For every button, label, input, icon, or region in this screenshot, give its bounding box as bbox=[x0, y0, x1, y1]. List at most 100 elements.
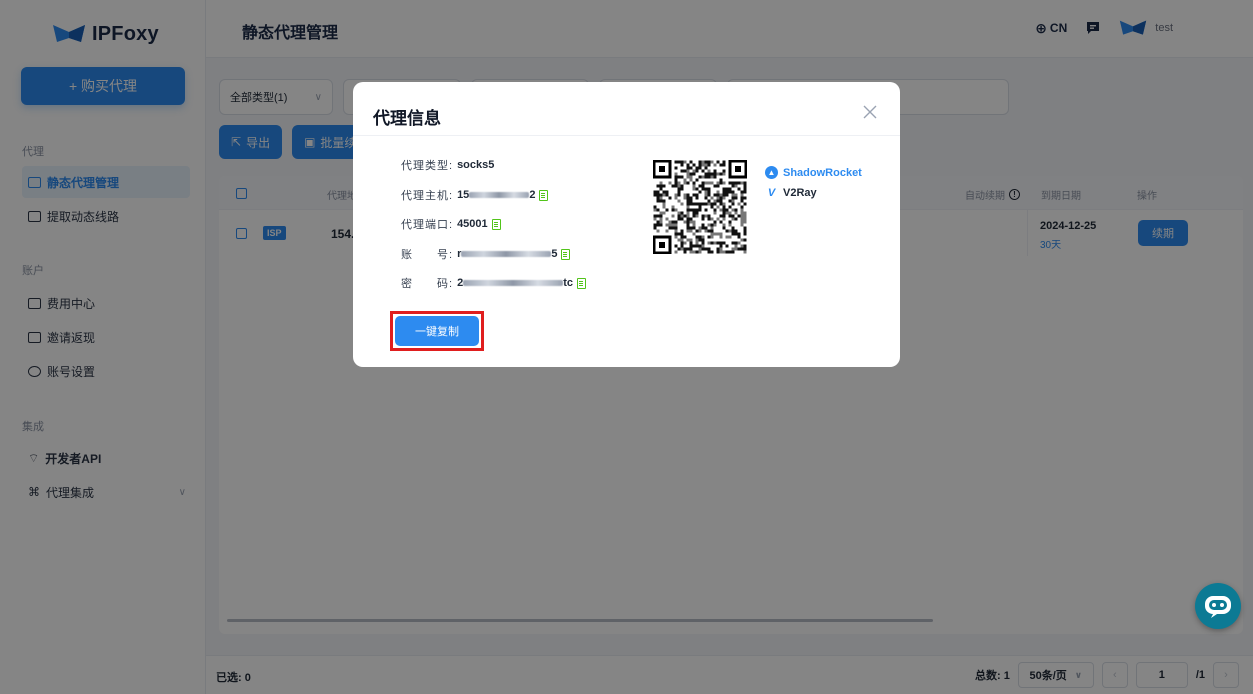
qr-module bbox=[692, 202, 696, 206]
qr-module bbox=[740, 247, 744, 251]
qr-module bbox=[710, 181, 714, 185]
qr-module bbox=[704, 163, 708, 167]
qr-module bbox=[725, 235, 729, 239]
qr-module bbox=[737, 247, 741, 251]
qr-module bbox=[698, 202, 702, 206]
qr-module bbox=[689, 247, 693, 251]
qr-module bbox=[701, 214, 705, 218]
qr-module bbox=[716, 217, 720, 221]
qr-module bbox=[692, 214, 696, 218]
qr-module bbox=[728, 220, 732, 224]
qr-module bbox=[740, 244, 744, 248]
qr-module bbox=[731, 181, 735, 185]
qr-module bbox=[677, 187, 681, 191]
qr-module bbox=[692, 172, 696, 176]
qr-module bbox=[725, 208, 729, 212]
copy-icon[interactable] bbox=[491, 218, 501, 230]
qr-module bbox=[683, 235, 687, 239]
qr-module bbox=[683, 196, 687, 200]
qr-module bbox=[743, 250, 747, 254]
copy-icon[interactable] bbox=[561, 248, 571, 260]
proxy-type-row: 代理类型: socks5 bbox=[401, 157, 494, 173]
qr-module bbox=[698, 226, 702, 230]
qr-module bbox=[674, 160, 678, 164]
qr-module bbox=[743, 244, 747, 248]
v2ray-link[interactable]: V V2Ray bbox=[765, 187, 862, 199]
qr-module bbox=[674, 220, 678, 224]
copy-all-button[interactable]: 一键复制 bbox=[395, 316, 479, 346]
qr-module bbox=[659, 193, 663, 197]
qr-module bbox=[707, 169, 711, 173]
qr-module bbox=[689, 238, 693, 242]
qr-module bbox=[710, 202, 714, 206]
shadowrocket-link[interactable]: ▲ ShadowRocket bbox=[765, 166, 862, 179]
qr-module bbox=[680, 169, 684, 173]
qr-module bbox=[701, 163, 705, 167]
qr-module bbox=[698, 163, 702, 167]
qr-module bbox=[707, 217, 711, 221]
qr-module bbox=[656, 199, 660, 203]
qr-module bbox=[662, 205, 666, 209]
close-icon[interactable] bbox=[862, 104, 878, 120]
qr-module bbox=[686, 193, 690, 197]
qr-module bbox=[686, 199, 690, 203]
copy-all-highlight: 一键复制 bbox=[390, 311, 484, 351]
qr-module bbox=[704, 226, 708, 230]
qr-module bbox=[716, 160, 720, 164]
qr-module bbox=[722, 214, 726, 218]
copy-icon[interactable] bbox=[539, 189, 549, 201]
qr-module bbox=[677, 193, 681, 197]
qr-module bbox=[689, 178, 693, 182]
qr-module bbox=[680, 187, 684, 191]
qr-module bbox=[686, 238, 690, 242]
qr-module bbox=[743, 247, 747, 251]
qr-module bbox=[716, 241, 720, 245]
client-app-list: ▲ ShadowRocket V V2Ray bbox=[765, 166, 862, 199]
qr-module bbox=[722, 202, 726, 206]
qr-module bbox=[677, 217, 681, 221]
qr-module bbox=[701, 169, 705, 173]
qr-module bbox=[713, 202, 717, 206]
qr-module bbox=[695, 193, 699, 197]
qr-module bbox=[665, 190, 669, 194]
qr-module bbox=[740, 217, 744, 221]
qr-module bbox=[698, 208, 702, 212]
qr-module bbox=[674, 232, 678, 236]
qr-module bbox=[659, 181, 663, 185]
qr-module bbox=[671, 208, 675, 212]
qr-module bbox=[656, 220, 660, 224]
qr-module bbox=[653, 190, 657, 194]
qr-module bbox=[704, 181, 708, 185]
qr-module bbox=[656, 214, 660, 218]
qr-module bbox=[731, 190, 735, 194]
qr-module bbox=[710, 232, 714, 236]
qr-module bbox=[677, 184, 681, 188]
qr-module bbox=[695, 187, 699, 191]
qr-module bbox=[656, 208, 660, 212]
qr-module bbox=[689, 202, 693, 206]
account-value: r5 bbox=[457, 248, 557, 260]
qr-module bbox=[686, 220, 690, 224]
qr-module bbox=[662, 211, 666, 215]
qr-module bbox=[743, 229, 747, 233]
qr-module bbox=[707, 214, 711, 218]
qr-module bbox=[731, 202, 735, 206]
qr-module bbox=[677, 175, 681, 179]
qr-module bbox=[677, 199, 681, 203]
qr-module bbox=[737, 235, 741, 239]
chat-support-button[interactable] bbox=[1195, 583, 1241, 629]
qr-module bbox=[701, 238, 705, 242]
qr-module bbox=[722, 181, 726, 185]
qr-module bbox=[740, 238, 744, 242]
qr-module bbox=[740, 223, 744, 227]
qr-module bbox=[704, 175, 708, 179]
redacted-text bbox=[461, 251, 552, 257]
qr-module bbox=[686, 205, 690, 209]
qr-module bbox=[689, 241, 693, 245]
copy-icon[interactable] bbox=[576, 277, 586, 289]
qr-module bbox=[677, 247, 681, 251]
qr-module bbox=[662, 193, 666, 197]
qr-module bbox=[710, 196, 714, 200]
qr-module bbox=[674, 196, 678, 200]
qr-module bbox=[737, 181, 741, 185]
